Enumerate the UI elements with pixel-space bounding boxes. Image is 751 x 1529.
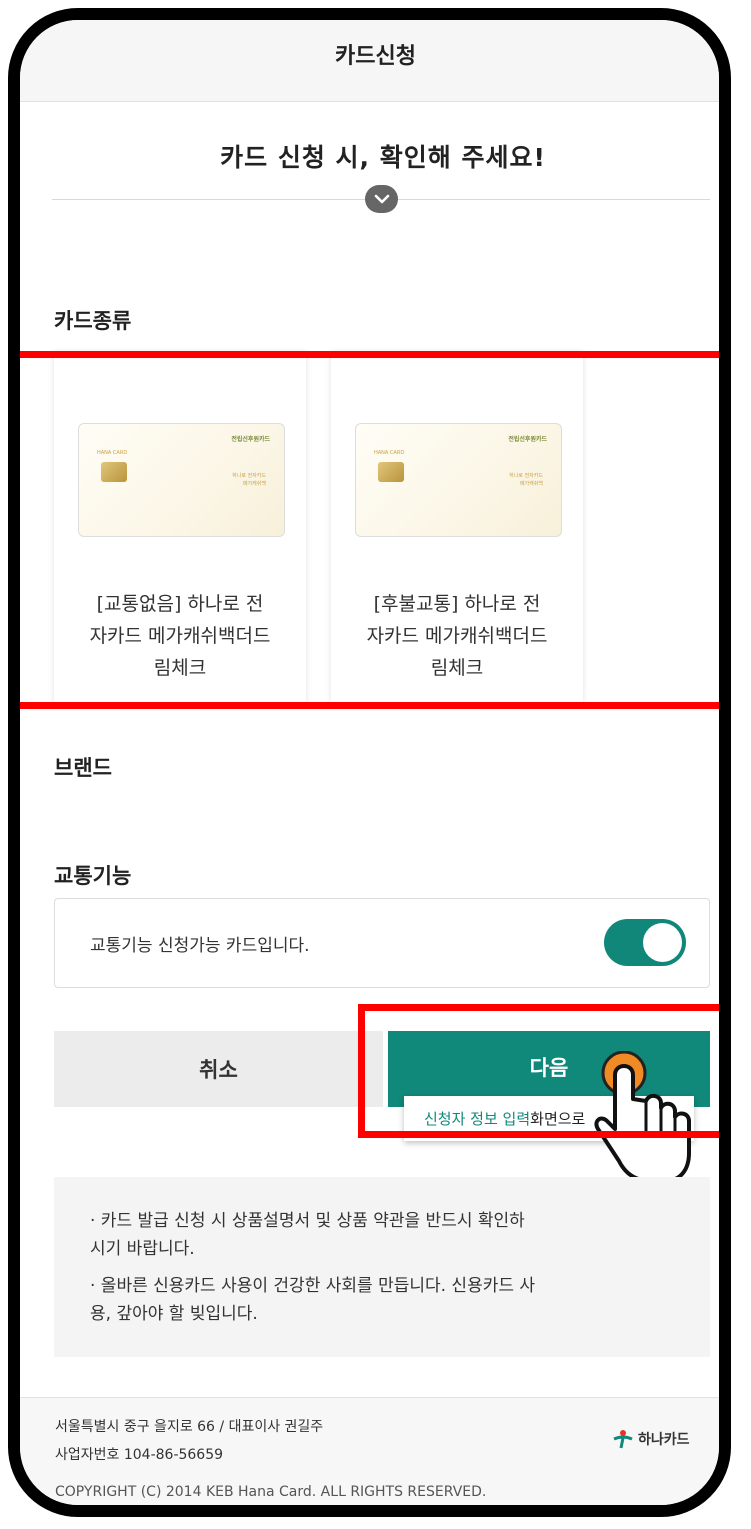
section-card-type-label: 카드종류 — [54, 309, 132, 333]
footer-copyright: COPYRIGHT (C) 2014 KEB Hana Card. ALL RI… — [55, 1484, 487, 1500]
transport-panel: 교통기능 신청가능 카드입니다. — [54, 898, 710, 988]
card-name-line: 림체크 — [430, 657, 484, 679]
card-name-line: [교통없음] 하나로 전 — [96, 593, 264, 615]
card-art-logo: 전립선후원카드 — [231, 436, 270, 443]
hana-logo-text: 하나카드 — [638, 1432, 690, 1448]
info-line: · 카드 발급 신청 시 상품설명서 및 상품 약관을 반드시 확인하 — [90, 1211, 525, 1231]
section-transport-label: 교통기능 — [54, 864, 132, 888]
toggle-knob — [643, 923, 682, 962]
app-header: 카드신청 — [20, 20, 719, 102]
info-line: 용, 갚아야 할 빚입니다. — [90, 1304, 258, 1324]
transport-toggle[interactable] — [604, 919, 686, 966]
info-line: · 올바른 신용카드 사용이 건강한 사회를 만듭니다. 신용카드 사 — [90, 1276, 536, 1296]
hana-card-logo: 하나카드 — [612, 1429, 690, 1449]
info-box: · 카드 발급 신청 시 상품설명서 및 상품 약관을 반드시 확인하 시기 바… — [54, 1177, 710, 1357]
card-art-meta: 하나로 전자카드메가캐쉬백 — [509, 472, 543, 488]
cancel-button[interactable]: 취소 — [54, 1031, 383, 1107]
card-name: [교통없음] 하나로 전 자카드 메가캐쉬백더드 림체크 — [66, 588, 294, 684]
card-art-brand: HANA CARD — [97, 450, 128, 456]
tap-hand-icon — [594, 1051, 691, 1183]
card-art-meta: 하나로 전자카드메가캐쉬백 — [232, 472, 266, 488]
tooltip-rest: 화면으로 — [530, 1110, 586, 1128]
card-name: [후불교통] 하나로 전 자카드 메가캐쉬백더드 림체크 — [343, 588, 571, 684]
info-line: 시기 바랍니다. — [90, 1239, 195, 1259]
footer-business-number: 사업자번호 104-86-56659 — [55, 1447, 224, 1463]
card-name-line: 자카드 메가캐쉬백더드 — [366, 625, 548, 647]
footer: 서울특별시 중구 을지로 66 / 대표이사 권길주 사업자번호 104-86-… — [20, 1397, 719, 1505]
hana-logo-icon — [613, 1430, 633, 1449]
card-art-logo: 전립선후원카드 — [508, 436, 547, 443]
card-image: 전립선후원카드 HANA CARD 하나로 전자카드메가캐쉬백 — [355, 423, 562, 537]
section-brand-label: 브랜드 — [54, 756, 112, 780]
card-option-no-transport[interactable]: 전립선후원카드 HANA CARD 하나로 전자카드메가캐쉬백 [교통없음] 하… — [54, 352, 306, 702]
card-art-brand: HANA CARD — [374, 450, 405, 456]
card-image: 전립선후원카드 HANA CARD 하나로 전자카드메가캐쉬백 — [78, 423, 285, 537]
footer-address: 서울특별시 중구 을지로 66 / 대표이사 권길주 — [55, 1419, 324, 1435]
page-title: 카드신청 — [335, 44, 416, 69]
transport-text: 교통기능 신청가능 카드입니다. — [90, 936, 310, 956]
notice-heading: 카드 신청 시, 확인해 주세요! — [220, 143, 546, 172]
card-name-line: [후불교통] 하나로 전 — [373, 593, 541, 615]
card-art-meta-1: 하나로 전자카드 — [232, 473, 266, 479]
tooltip-highlight: 신청자 정보 입력 — [424, 1110, 531, 1128]
card-art-meta-1: 하나로 전자카드 — [509, 473, 543, 479]
chevron-down-icon[interactable] — [365, 185, 398, 213]
card-option-deferred-transport[interactable]: 전립선후원카드 HANA CARD 하나로 전자카드메가캐쉬백 [후불교통] 하… — [331, 352, 583, 702]
card-name-line: 자카드 메가캐쉬백더드 — [89, 625, 271, 647]
card-chip — [378, 462, 404, 482]
card-art-meta-2: 메가캐쉬백 — [242, 481, 266, 487]
card-name-line: 림체크 — [153, 657, 207, 679]
card-art-meta-2: 메가캐쉬백 — [519, 481, 543, 487]
card-chip — [101, 462, 127, 482]
device-frame: 카드신청 카드 신청 시, 확인해 주세요! 카드종류 전립선후원카드 HANA… — [8, 8, 731, 1517]
next-button-label: 다음 — [529, 1056, 569, 1080]
